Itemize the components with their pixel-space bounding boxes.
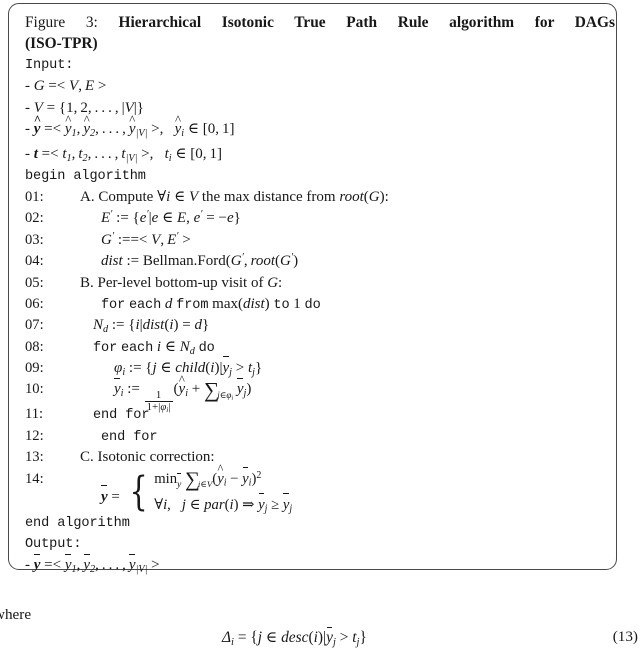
step-text-12: end for bbox=[101, 429, 158, 445]
input-row-thresholds: - t =< t1, t2, . . . , t|V| >, ti ∈ [0, … bbox=[25, 144, 608, 165]
input-row-yhat: - ^ y =< ^ y1, ^ y2, . . . , ^ y|V| >, ^ yi ∈… bbox=[25, 112, 608, 144]
line-number-12: 12: bbox=[25, 427, 44, 444]
step-row-14: 14: y = { min y ∑i∈V(^ yi − yi)2 ∀i, j ∈ p… bbox=[25, 462, 608, 516]
step-row-01: 01: A. Compute ∀i ∈ V the max distance f… bbox=[25, 187, 608, 208]
line-number-10: 10: bbox=[25, 381, 44, 398]
step-row-12: 12: end for bbox=[25, 426, 608, 447]
line-number-03: 03: bbox=[25, 231, 44, 248]
input-threshold-def: - t =< t1, t2, . . . , t|V| >, ti ∈ [0, … bbox=[25, 146, 222, 164]
begin-algorithm-keyword: begin algorithm bbox=[25, 168, 146, 184]
step-text-03: G′ :==< V, E′ > bbox=[101, 230, 191, 248]
line-number-08: 08: bbox=[25, 338, 44, 355]
line-number-11: 11: bbox=[25, 406, 44, 423]
step-text-05: B. Per-level bottom-up visit of G: bbox=[80, 274, 283, 291]
begin-algorithm-row: begin algorithm bbox=[25, 166, 608, 187]
step-text-02: E′ := {e′|e ∈ E, e′ = −e} bbox=[101, 209, 241, 227]
step-text-09: φi := {j ∈ child(i)| yj > tj} bbox=[59, 356, 262, 379]
equation-13-row: Δi = {j ∈ desc(i)| yj > tj} (13) bbox=[0, 627, 640, 654]
input-graph-def: - G =< V, E > bbox=[25, 78, 107, 95]
end-algorithm-keyword: end algorithm bbox=[25, 515, 130, 531]
step-row-04: 04: dist := Bellman.Ford(G′, root(G′) bbox=[25, 251, 608, 272]
cases-line-constraint: ∀i, j ∈ par(i) ⇒ yj ≥ yj bbox=[154, 493, 292, 516]
step-row-05: 05: B. Per-level bottom-up visit of G: bbox=[25, 273, 608, 294]
step-text-07: Nd := {i|dist(i) = d} bbox=[93, 317, 210, 336]
cases-line-objective: min y ∑i∈V(^ yi − yi)2 bbox=[154, 462, 262, 491]
line-number-05: 05: bbox=[25, 274, 44, 291]
step-text-01: A. Compute ∀i ∈ V the max distance from … bbox=[80, 188, 389, 205]
output-ybar-def: - y =< y1, y2, . . . , y|V| > bbox=[25, 553, 160, 576]
line-number-01: 01: bbox=[25, 188, 44, 205]
line-number-13: 13: bbox=[25, 449, 44, 466]
input-row-vertices: - V = {1, 2, . . . , |V|} bbox=[25, 98, 608, 119]
equation-13-body: Δi = {j ∈ desc(i)| yj > tj} bbox=[222, 627, 367, 648]
step-row-11: 11: end for bbox=[25, 404, 608, 425]
line-number-06: 06: bbox=[25, 295, 44, 312]
line-number-07: 07: bbox=[25, 317, 44, 334]
step-row-08: 08: for each i ∈ Nd do bbox=[25, 337, 608, 358]
step-row-09: 09: φi := {j ∈ child(i)| yj > tj} bbox=[25, 356, 608, 379]
step-row-13: 13: C. Isotonic correction: bbox=[25, 447, 608, 468]
output-row-ybar: - y =< y1, y2, . . . , y|V| > bbox=[25, 553, 608, 580]
input-header: Input: bbox=[25, 58, 74, 73]
where-text: where bbox=[0, 606, 32, 623]
step-row-03: 03: G′ :==< V, E′ > bbox=[25, 230, 608, 251]
algorithm-listing: Input: - G =< V, E > - V = {1, 2, . . . … bbox=[25, 55, 608, 580]
figure-title-line2: (ISO-TPR) bbox=[25, 34, 98, 52]
figure-caption: Figure 3: Hierarchical Isotonic True Pat… bbox=[25, 13, 617, 54]
algorithm-figure-box: Figure 3: Hierarchical Isotonic True Pat… bbox=[8, 3, 617, 575]
figure-label: Figure 3: bbox=[25, 14, 98, 31]
line-number-14: 14: bbox=[25, 470, 44, 487]
output-header: Output: bbox=[25, 537, 82, 553]
cases-brace-icon: { bbox=[129, 469, 148, 516]
line-number-09: 09: bbox=[25, 360, 44, 377]
step-row-10: 10: yi := 1 1+|φi|(^ yi + ∑j∈φi yj) bbox=[25, 374, 608, 413]
step-row-06: 06: for each d from max(dist) to 1 do bbox=[25, 294, 608, 315]
step-text-08: for each i ∈ Nd do bbox=[93, 338, 215, 357]
end-algorithm-row: end algorithm bbox=[25, 513, 608, 534]
input-row-graph: - G =< V, E > bbox=[25, 76, 608, 97]
output-header-row: Output: bbox=[25, 534, 608, 555]
input-yhat-def: - ^ y =< ^ y1, ^ y2, . . . , ^ y|V| >, ^ yi ∈… bbox=[25, 112, 235, 139]
figure-content: Figure 3: Hierarchical Isotonic True Pat… bbox=[25, 13, 615, 580]
line-number-04: 04: bbox=[25, 253, 44, 270]
equation-13-number: (13) bbox=[612, 628, 638, 645]
step-text-14: y = { min y ∑i∈V(^ yi − yi)2 ∀i, j ∈ par(i… bbox=[101, 462, 293, 516]
step-text-04: dist := Bellman.Ford(G′, root(G′) bbox=[101, 252, 299, 270]
input-header-row: Input: bbox=[25, 55, 608, 76]
step-row-02: 02: E′ := {e′|e ∈ E, e′ = −e} bbox=[25, 208, 608, 229]
step-text-11: end for bbox=[93, 408, 150, 424]
step-text-06: for each d from max(dist) to 1 do bbox=[101, 295, 321, 313]
figure-title-line1: Hierarchical Isotonic True Path Rule alg… bbox=[118, 14, 615, 31]
line-number-02: 02: bbox=[25, 210, 44, 227]
step-row-07: 07: Nd := {i|dist(i) = d} bbox=[25, 315, 608, 336]
step-text-13: C. Isotonic correction: bbox=[80, 449, 215, 466]
